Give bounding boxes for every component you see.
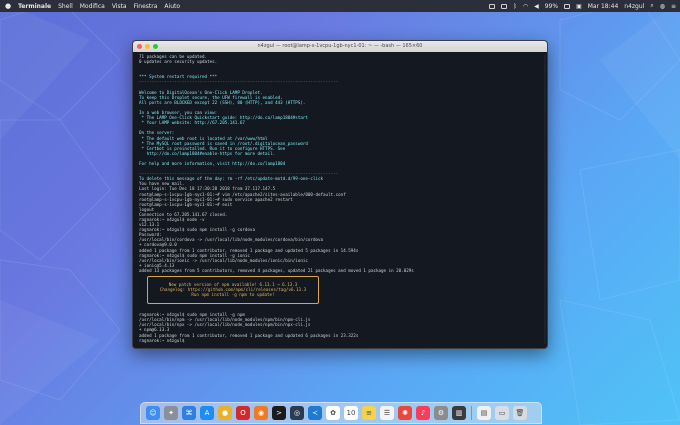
terminal-icon[interactable]: >: [272, 406, 286, 420]
vscode-icon[interactable]: ≺: [308, 406, 322, 420]
notes-icon[interactable]: ≡: [362, 406, 376, 420]
menu-item-vista[interactable]: Vista: [112, 3, 127, 10]
bluetooth-icon[interactable]: ᛒ: [513, 3, 517, 10]
app-store-icon[interactable]: A: [200, 406, 214, 420]
photos-icon[interactable]: ✿: [326, 406, 340, 420]
safari-icon[interactable]: ⌘: [182, 406, 196, 420]
firefox-icon[interactable]: ◉: [254, 406, 268, 420]
calendar-icon[interactable]: 10: [344, 406, 358, 420]
menu-clock[interactable]: Mar 18:44: [588, 3, 619, 10]
activity-monitor-icon[interactable]: ▥: [452, 406, 466, 420]
downloads-icon[interactable]: ▭: [495, 406, 509, 420]
dock: ☺ ✦ ⌘ A ● O ◉ > ◎ ≺ ✿ 10 ≡ ☰ ✺ ♪ ⚙ ▥ ▤ ▭ 🗑: [140, 402, 542, 424]
minimize-button[interactable]: [145, 44, 150, 49]
opera-icon[interactable]: O: [236, 406, 250, 420]
terminal-output[interactable]: 71 packages can be updated. 0 updates are…: [133, 52, 547, 348]
launchpad-icon[interactable]: ✦: [164, 406, 178, 420]
terminal-line: added 13 packages from 5 contributors, r…: [139, 267, 414, 273]
trash-icon[interactable]: 🗑: [513, 406, 527, 420]
window-title: n4zgul — root@lamp-s-1vcpu-1gb-nyc1-01: …: [257, 43, 423, 49]
flag-icon[interactable]: ▣: [576, 3, 582, 10]
npm-update-notice: New patch version of npm available! 6.13…: [147, 276, 319, 305]
menu-bar: ● Terminale Shell Modifica Vista Finestr…: [0, 0, 680, 12]
siri-icon[interactable]: ◍: [660, 3, 665, 10]
wifi-icon[interactable]: ◠: [523, 3, 528, 10]
preferences-icon[interactable]: ⚙: [434, 406, 448, 420]
battery-percent[interactable]: 99%: [545, 3, 558, 10]
window-titlebar[interactable]: n4zgul — root@lamp-s-1vcpu-1gb-nyc1-01: …: [133, 41, 547, 52]
apple-icon[interactable]: ●: [4, 2, 12, 10]
terminal-window[interactable]: n4zgul — root@lamp-s-1vcpu-1gb-nyc1-01: …: [132, 40, 548, 349]
menu-extras: ᛒ ◠ ◀ 99% ▣ Mar 18:44 n4zgul ⌕ ◍ ≡: [483, 2, 676, 10]
cloud-icon[interactable]: [489, 3, 496, 9]
terminal-line: ragnarok:~ n4zgul$: [139, 337, 187, 343]
window-controls: [137, 44, 161, 49]
battery-icon[interactable]: [564, 3, 571, 9]
photo-booth-icon[interactable]: ✺: [398, 406, 412, 420]
zoom-button[interactable]: [153, 44, 158, 49]
menu-item-modifica[interactable]: Modifica: [80, 3, 105, 10]
npm-notice-spacer: [148, 297, 318, 302]
steam-icon[interactable]: ◎: [290, 406, 304, 420]
close-button[interactable]: [137, 44, 142, 49]
reminders-icon[interactable]: ☰: [380, 406, 394, 420]
notification-center-icon[interactable]: ≡: [671, 3, 676, 10]
chrome-icon[interactable]: ●: [218, 406, 232, 420]
menu-item-finestra[interactable]: Finestra: [134, 3, 158, 10]
terminal-scrollbar[interactable]: [544, 54, 546, 344]
menu-user[interactable]: n4zgul: [624, 3, 644, 10]
document-icon[interactable]: ▤: [477, 406, 491, 420]
menu-app-name[interactable]: Terminale: [18, 3, 51, 10]
music-icon[interactable]: ♪: [416, 406, 430, 420]
dock-separator: [471, 406, 472, 420]
spotlight-icon[interactable]: ⌕: [650, 2, 653, 10]
sync-icon[interactable]: [501, 3, 508, 9]
finder-icon[interactable]: ☺: [146, 406, 160, 420]
volume-icon[interactable]: ◀: [534, 3, 539, 10]
menu-item-aiuto[interactable]: Aiuto: [164, 3, 180, 10]
menu-item-shell[interactable]: Shell: [58, 3, 73, 10]
